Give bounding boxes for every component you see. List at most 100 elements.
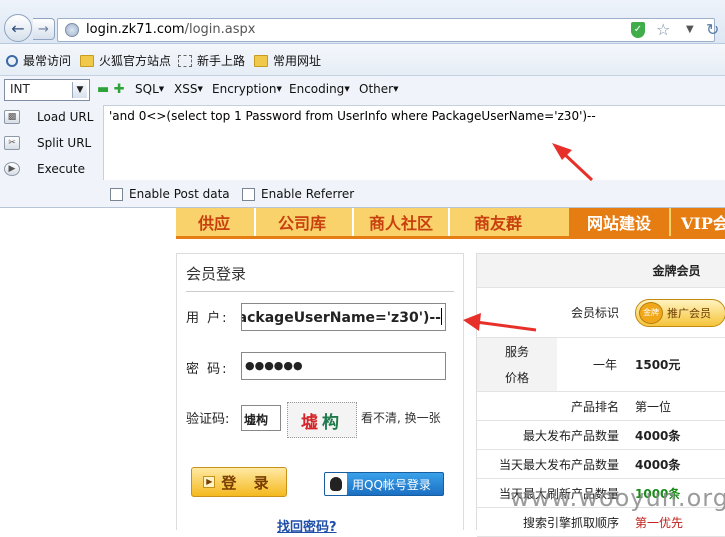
back-arrow-icon: ←: [11, 18, 25, 38]
folder-icon: [254, 54, 268, 67]
plus-minus-icon[interactable]: ▬ ✚: [97, 82, 125, 97]
nav-tab-website[interactable]: 网站建设: [569, 208, 669, 236]
bookmark-most-visited[interactable]: 最常访问: [6, 52, 71, 69]
checkbox-box: [110, 187, 123, 201]
table-header: 金牌会员: [627, 254, 725, 287]
row-label: 产品排名: [570, 399, 619, 414]
bookmark-getting-started[interactable]: 新手上路: [178, 52, 245, 69]
table-row: 最大发布产品数量 4000条: [477, 421, 725, 450]
badge-label: 推广会员: [667, 306, 711, 320]
watermark: www.wooyun.org: [510, 484, 725, 512]
int-select[interactable]: INT ▼: [4, 79, 90, 101]
execute-icon: ▶: [4, 162, 20, 176]
username-field[interactable]: ackageUserName='z30')--: [241, 303, 446, 331]
price-label: 服务: [504, 344, 529, 359]
password-label: 密 码:: [186, 362, 229, 377]
refresh-icon[interactable]: ↻: [706, 20, 719, 39]
menu-other[interactable]: Other▼: [359, 82, 398, 96]
divider: [186, 291, 454, 292]
table-row: 搜索引擎抓取顺序 第一优先: [477, 508, 725, 537]
nav-tab-vip[interactable]: VIP会: [671, 208, 725, 236]
row-label: 最大发布产品数量: [522, 428, 619, 443]
captcha-image[interactable]: 墟构: [287, 402, 357, 438]
hackbar-panel: INT ▼ ▬ ✚ SQL▼ XSS▼ Encryption▼ Encoding…: [0, 76, 725, 208]
int-select-value: INT: [10, 82, 30, 96]
query-textarea[interactable]: 'and 0<>(select top 1 Password from User…: [103, 105, 725, 180]
url-path: /login.aspx: [184, 22, 256, 37]
menu-label: SQL: [135, 82, 159, 96]
history-dropdown-icon[interactable]: ▼: [686, 24, 694, 35]
qq-login-button[interactable]: 用QQ帐号登录: [324, 472, 444, 496]
row-label: 搜索引擎抓取顺序: [522, 515, 619, 530]
table-row: 金牌会员: [477, 254, 725, 288]
login-title: 会员登录: [186, 265, 247, 283]
bookmark-firefox-site[interactable]: 火狐官方站点: [80, 52, 171, 69]
load-url-label: Load URL: [37, 110, 94, 124]
menu-xss[interactable]: XSS▼: [174, 82, 203, 96]
url-text[interactable]: login.zk71.com/login.aspx: [86, 22, 255, 37]
bookmark-common-sites[interactable]: 常用网址: [254, 52, 321, 69]
checkbox-label: Enable Post data: [129, 187, 230, 201]
search-icon: [6, 54, 18, 67]
bookmarks-bar: 最常访问 火狐官方站点 新手上路 常用网址: [0, 44, 725, 76]
checkbox-label: Enable Referrer: [261, 187, 355, 201]
row-value: 4000条: [635, 428, 681, 443]
password-field[interactable]: ●●●●●●: [241, 352, 446, 380]
table-cell: 金牌 推广会员: [635, 288, 725, 337]
gold-seal-icon: 金牌: [639, 301, 663, 324]
load-url-icon: ▩: [4, 110, 20, 124]
row-value: 1500元: [635, 358, 681, 372]
row-value: 第一优先: [635, 515, 684, 530]
bookmark-label: 新手上路: [197, 54, 246, 68]
forward-button[interactable]: →: [33, 18, 55, 40]
split-url-button[interactable]: ✂ Split URL: [4, 136, 91, 150]
nav-tab-supply[interactable]: 供应: [176, 208, 252, 236]
url-host: login.zk71.com: [86, 22, 185, 37]
bookmark-label: 最常访问: [23, 54, 72, 68]
row-sub: 一年: [592, 358, 617, 372]
forgot-password-link[interactable]: 找回密码?: [277, 516, 337, 535]
text-cursor: [441, 308, 442, 325]
username-label: 用 户:: [186, 311, 229, 326]
login-button-label: 登 录: [221, 473, 275, 492]
captcha-char: 墟: [301, 412, 322, 433]
row-label: 当天最大发布产品数量: [498, 457, 619, 472]
captcha-field[interactable]: 墟构: [241, 405, 281, 431]
nav-tab-community[interactable]: 商人社区: [354, 208, 448, 236]
table-row: 服务 价格 一年 1500元: [477, 338, 725, 392]
login-button[interactable]: ▶ 登 录: [191, 467, 287, 497]
enable-referrer-checkbox[interactable]: Enable Referrer: [242, 187, 354, 201]
table-row: 当天最大发布产品数量 4000条: [477, 450, 725, 479]
nav-tab-company[interactable]: 公司库: [256, 208, 348, 236]
username-value: ackageUserName='z30')--: [241, 310, 441, 326]
menu-label: XSS: [174, 82, 198, 96]
captcha-label: 验证码:: [186, 412, 230, 427]
menu-encoding[interactable]: Encoding▼: [289, 82, 350, 96]
enable-post-checkbox[interactable]: Enable Post data: [110, 187, 230, 201]
back-button[interactable]: ←: [4, 14, 32, 42]
nav-tab-group[interactable]: 商友群: [450, 208, 546, 236]
site-nav: 供应 公司库 商人社区 商友群 网站建设 VIP会: [176, 208, 725, 239]
bookmark-label: 火狐官方站点: [99, 54, 172, 68]
row-value: 4000条: [635, 457, 681, 472]
address-bar[interactable]: login.zk71.com/login.aspx ✓ ☆ ▼ ↻: [57, 18, 719, 42]
menu-label: Other: [359, 82, 394, 96]
execute-button[interactable]: ▶ Execute: [4, 162, 85, 176]
captcha-refresh-link[interactable]: 看不清, 换一张: [361, 409, 441, 426]
qq-login-label: 用QQ帐号登录: [352, 477, 431, 492]
table-row: 会员标识 金牌 推广会员: [477, 288, 725, 338]
browser-nav-bar: ← → login.zk71.com/login.aspx ✓ ☆ ▼ ↻: [0, 0, 725, 44]
table-row: 产品排名 第一位: [477, 392, 725, 421]
globe-icon: [65, 23, 79, 37]
shield-icon[interactable]: ✓: [631, 22, 645, 38]
bookmark-star-icon[interactable]: ☆: [656, 20, 670, 39]
folder-icon: [80, 54, 94, 67]
menu-sql[interactable]: SQL▼: [135, 82, 164, 96]
forward-arrow-icon: →: [38, 21, 49, 37]
execute-label: Execute: [37, 162, 85, 176]
gold-member-badge: 金牌 推广会员: [635, 298, 725, 327]
load-url-button[interactable]: ▩ Load URL: [4, 110, 93, 124]
scissors-icon: ✂: [4, 136, 20, 150]
menu-encryption[interactable]: Encryption▼: [212, 82, 282, 96]
bookmark-label: 常用网址: [273, 54, 322, 68]
